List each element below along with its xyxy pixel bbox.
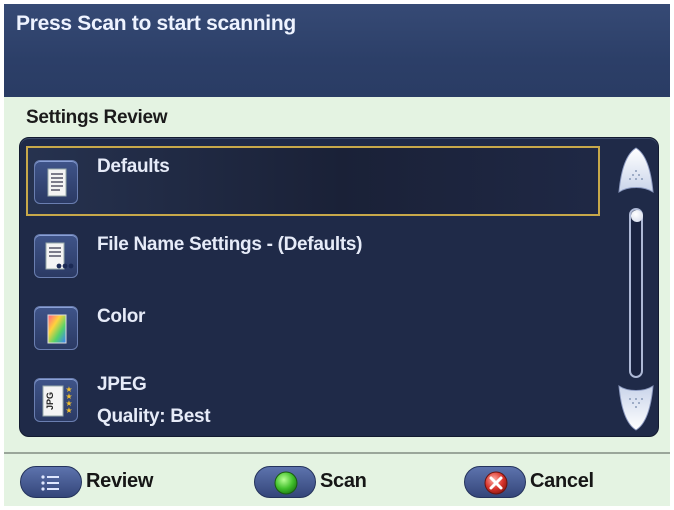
document-icon [34,160,78,204]
file-name-icon [34,234,78,278]
cancel-x-icon [464,466,526,498]
scroll-up-button[interactable] [618,146,654,200]
list-item-jpeg[interactable]: JPG ★ ★ ★ ★ JPEG Quality: Best [20,364,620,436]
svg-text:★: ★ [65,406,72,415]
color-gradient-icon [34,306,78,350]
review-button[interactable]: Review [20,466,160,498]
cancel-button[interactable]: Cancel [464,466,614,498]
list-item-label: Defaults [97,156,170,177]
scan-go-icon [254,466,316,498]
list-item-sublabel: Quality: Best [97,406,211,427]
list-item-file-name-settings[interactable]: File Name Settings - (Defaults) [20,220,620,292]
scroll-down-icon [618,385,654,431]
scroll-thumb[interactable] [631,210,643,222]
scroll-up-icon [618,147,654,193]
list-scrollbar[interactable] [618,146,654,432]
list-item-label: Color [97,306,146,327]
cancel-button-label: Cancel [530,470,594,492]
list-icon [20,466,82,498]
review-button-label: Review [86,470,154,492]
scan-button[interactable]: Scan [254,466,374,498]
action-bar: Review Scan Cancel [4,452,670,506]
scroll-track[interactable] [629,208,643,378]
status-header: Press Scan to start scanning [4,4,670,97]
list-item-color[interactable]: Color [20,292,620,364]
section-title: Settings Review [26,107,168,128]
scan-button-label: Scan [320,470,367,492]
scanner-screen: Press Scan to start scanning Settings Re… [4,4,670,506]
list-item-label: JPEG [97,374,147,395]
status-message: Press Scan to start scanning [16,12,296,35]
svg-text:JPG: JPG [45,392,55,410]
list-item-defaults[interactable]: Defaults [26,146,600,216]
settings-list: Defaults File Name Settings - (Defaults) [19,137,659,437]
jpeg-quality-icon: JPG ★ ★ ★ ★ [34,378,78,422]
list-item-label: File Name Settings - (Defaults) [97,234,363,255]
scroll-down-button[interactable] [618,378,654,432]
